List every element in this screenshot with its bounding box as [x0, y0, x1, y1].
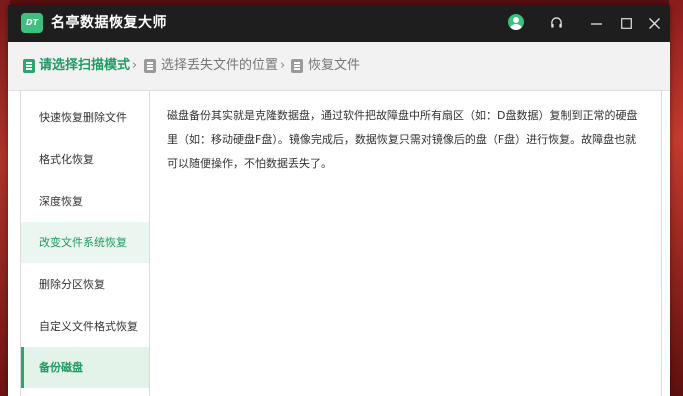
title-bar[interactable]: DT 名亭数据恢复大师	[8, 5, 670, 42]
scan-mode-step-icon	[23, 59, 35, 73]
minimize-icon[interactable]	[587, 5, 605, 42]
sidebar-item-backup-disk[interactable]: 备份磁盘	[21, 347, 149, 388]
breadcrumb-step-label: 选择丢失文件的位置	[161, 58, 279, 73]
breadcrumb-step-label: 请选择扫描模式	[39, 58, 131, 73]
scan-mode-sidebar: 快速恢复删除文件 格式化恢复 深度恢复 改变文件系统恢复 删除分区恢复 自定义文…	[21, 91, 150, 396]
avatar-icon[interactable]	[508, 14, 524, 30]
close-icon[interactable]	[645, 5, 663, 42]
recover-step-icon	[291, 59, 303, 73]
desktop-background-right	[669, 0, 683, 396]
sidebar-item-quick-recover[interactable]: 快速恢复删除文件	[21, 97, 149, 138]
main-panel: 快速恢复删除文件 格式化恢复 深度恢复 改变文件系统恢复 删除分区恢复 自定义文…	[20, 90, 662, 396]
maximize-icon[interactable]	[617, 5, 635, 42]
headset-icon[interactable]	[547, 5, 565, 42]
app-logo-icon: DT	[21, 13, 43, 33]
breadcrumb-step-location[interactable]: 选择丢失文件的位置	[161, 42, 278, 90]
breadcrumb-separator: ›	[132, 58, 138, 73]
breadcrumb: 请选择扫描模式 › 选择丢失文件的位置 › 恢复文件	[8, 42, 670, 91]
breadcrumb-step-label: 恢复文件	[308, 58, 361, 73]
sidebar-item-partition-recover[interactable]: 删除分区恢复	[21, 264, 149, 305]
app-window: DT 名亭数据恢复大师 请选择扫描模式 › 选择丢失文件的位置 › 恢复文件 快…	[8, 5, 670, 396]
mode-description: 磁盘备份其实就是克隆数据盘，通过软件把故障盘中所有扇区（如：D盘数据）复制到正常…	[167, 109, 638, 170]
breadcrumb-separator: ›	[280, 58, 286, 73]
sidebar-item-filesystem-recover[interactable]: 改变文件系统恢复	[21, 222, 149, 263]
breadcrumb-step-recover[interactable]: 恢复文件	[308, 42, 360, 90]
breadcrumb-step-scan-mode[interactable]: 请选择扫描模式	[39, 42, 130, 90]
sidebar-item-deep-recover[interactable]: 深度恢复	[21, 181, 149, 222]
sidebar-item-format-recover[interactable]: 格式化恢复	[21, 139, 149, 180]
sidebar-item-custom-format-recover[interactable]: 自定义文件格式恢复	[21, 306, 149, 347]
location-step-icon	[144, 59, 156, 73]
app-title: 名亭数据恢复大师	[51, 15, 167, 31]
